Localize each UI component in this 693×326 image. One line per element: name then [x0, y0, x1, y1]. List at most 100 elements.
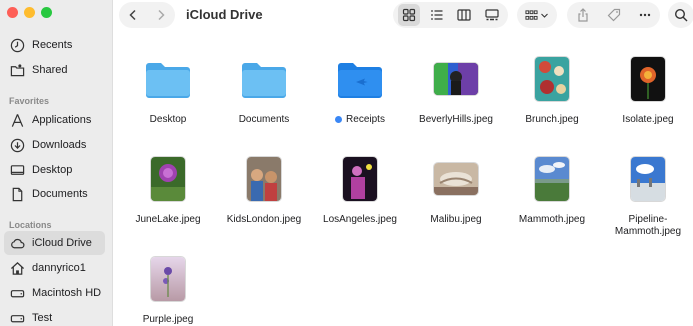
file-item-malibu[interactable]: Malibu.jpeg: [408, 154, 504, 226]
file-label: Pipeline-Mammoth.jpeg: [614, 214, 682, 237]
clock-icon: [10, 38, 25, 52]
file-label: Brunch.jpeg: [525, 114, 579, 125]
drive-icon: [10, 289, 25, 297]
sidebar: Recents Shared Favorites Applications Do…: [0, 0, 113, 326]
image-thumbnail: [434, 63, 478, 95]
view-mode-group: [393, 2, 508, 28]
more-icon[interactable]: [638, 8, 652, 22]
back-icon[interactable]: [127, 9, 139, 21]
image-thumbnail: [247, 157, 281, 201]
sidebar-item-label: Test: [32, 312, 53, 324]
file-label: Receipts: [312, 114, 408, 126]
gallery-icon: [485, 9, 499, 21]
file-label: Purple.jpeg: [142, 314, 194, 325]
search-button[interactable]: [668, 2, 693, 28]
image-thumbnail: [434, 163, 478, 195]
file-label: Isolate.jpeg: [622, 114, 674, 125]
file-item-junelake[interactable]: JuneLake.jpeg: [120, 154, 216, 226]
share-icon[interactable]: [576, 8, 590, 22]
action-group: [567, 2, 660, 28]
chevron-down-icon: [541, 13, 548, 18]
image-thumbnail: [535, 157, 569, 201]
zoom-window-button[interactable]: [41, 7, 52, 18]
file-item-receipts[interactable]: Receipts: [312, 54, 408, 126]
file-label: Malibu.jpeg: [430, 214, 482, 225]
file-label: BeverlyHills.jpeg: [419, 114, 493, 125]
window-title: iCloud Drive: [186, 7, 263, 22]
file-item-beverlyhills[interactable]: BeverlyHills.jpeg: [408, 54, 504, 126]
file-label: Documents: [238, 114, 290, 125]
shared-folder-icon: [10, 63, 25, 76]
sidebar-item-label: Applications: [32, 114, 92, 126]
file-item-desktop[interactable]: Desktop: [120, 54, 216, 126]
sidebar-item-dannyrico1[interactable]: dannyrico1: [4, 256, 105, 280]
desktop-icon: [10, 164, 25, 175]
file-item-brunch[interactable]: Brunch.jpeg: [504, 54, 600, 126]
sidebar-item-icloud-drive[interactable]: iCloud Drive: [4, 231, 105, 255]
folder-icon: [146, 63, 190, 98]
forward-icon[interactable]: [155, 9, 167, 21]
image-thumbnail: [631, 57, 665, 101]
applications-icon: [11, 113, 24, 127]
sidebar-item-applications[interactable]: Applications: [4, 108, 105, 132]
cloud-icon: [11, 238, 25, 248]
image-thumbnail: [631, 157, 665, 201]
file-item-mammoth[interactable]: Mammoth.jpeg: [504, 154, 600, 226]
file-item-losangeles[interactable]: LosAngeles.jpeg: [312, 154, 408, 226]
sidebar-item-documents[interactable]: Documents: [4, 182, 105, 206]
sidebar-item-label: Documents: [32, 188, 88, 200]
sidebar-item-desktop[interactable]: Desktop: [4, 158, 105, 182]
sidebar-item-macintosh-hd[interactable]: Macintosh HD: [4, 281, 105, 305]
document-icon: [12, 187, 23, 201]
list-view-button[interactable]: [426, 4, 448, 26]
drive-icon: [10, 314, 25, 322]
sidebar-item-shared[interactable]: Shared: [4, 58, 105, 82]
file-item-kidslondon[interactable]: KidsLondon.jpeg: [216, 154, 312, 226]
image-thumbnail: [535, 57, 569, 101]
sidebar-item-downloads[interactable]: Downloads: [4, 133, 105, 157]
group-by-button[interactable]: [517, 2, 557, 28]
column-view-button[interactable]: [453, 4, 475, 26]
home-icon: [10, 261, 25, 275]
file-item-isolate[interactable]: Isolate.jpeg: [600, 54, 693, 126]
icon-view-button[interactable]: [397, 4, 420, 26]
toolbar: iCloud Drive: [114, 0, 693, 30]
sidebar-item-label: Downloads: [32, 139, 87, 151]
minimize-window-button[interactable]: [24, 7, 35, 18]
file-item-pipeline-mammoth[interactable]: Pipeline-Mammoth.jpeg: [600, 154, 693, 238]
file-label: LosAngeles.jpeg: [323, 214, 397, 225]
gallery-view-button[interactable]: [481, 4, 503, 26]
folder-icon: [242, 63, 286, 98]
folder-icon: [338, 63, 382, 98]
columns-icon: [457, 9, 471, 21]
sidebar-item-label: dannyrico1: [32, 262, 86, 274]
downloads-icon: [10, 138, 25, 152]
sidebar-item-test[interactable]: Test: [4, 306, 105, 326]
navigation-group: [119, 2, 175, 28]
sidebar-item-label: Desktop: [32, 164, 73, 176]
blue-tag-dot: [335, 116, 343, 123]
image-thumbnail: [343, 157, 377, 201]
file-item-purple[interactable]: Purple.jpeg: [120, 254, 216, 326]
sidebar-item-label: iCloud Drive: [32, 237, 92, 249]
tag-icon[interactable]: [607, 8, 621, 22]
close-window-button[interactable]: [7, 7, 18, 18]
sidebar-section-locations: Locations: [9, 220, 52, 230]
grid-icon: [402, 8, 415, 22]
search-icon: [674, 8, 688, 22]
file-item-documents[interactable]: Documents: [216, 54, 312, 126]
sidebar-item-label: Macintosh HD: [32, 287, 102, 299]
sidebar-item-recents[interactable]: Recents: [4, 33, 105, 57]
file-label: JuneLake.jpeg: [135, 214, 201, 225]
file-label: Desktop: [149, 114, 187, 125]
file-label: Mammoth.jpeg: [518, 214, 586, 225]
image-thumbnail: [151, 157, 185, 201]
file-label: KidsLondon.jpeg: [226, 214, 302, 225]
sidebar-section-favorites: Favorites: [9, 96, 50, 106]
image-thumbnail: [151, 257, 185, 301]
sidebar-item-label: Shared: [32, 64, 68, 76]
list-icon: [430, 10, 443, 20]
group-icon: [525, 9, 538, 20]
sidebar-item-label: Recents: [32, 39, 73, 51]
window-controls: [7, 7, 52, 18]
